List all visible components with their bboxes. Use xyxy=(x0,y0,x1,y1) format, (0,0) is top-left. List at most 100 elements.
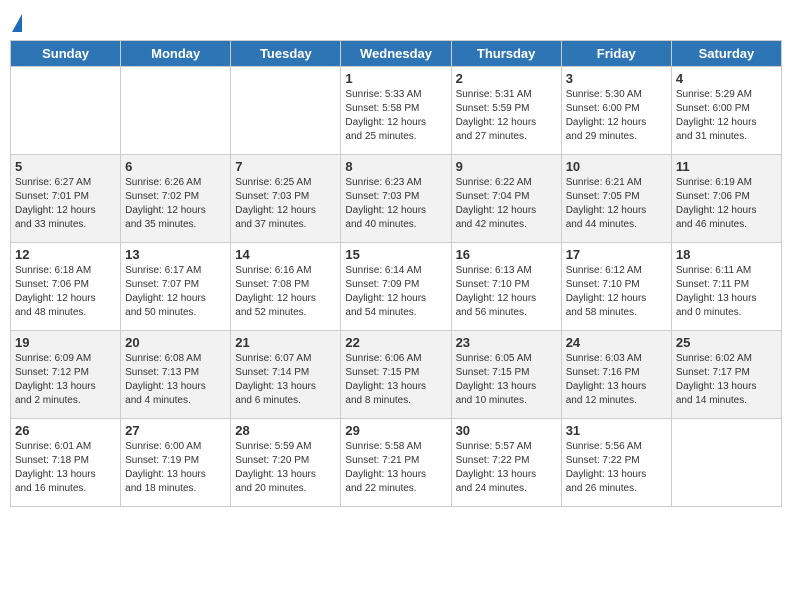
calendar-cell: 14 Sunrise: 6:16 AM Sunset: 7:08 PM Dayli… xyxy=(231,243,341,331)
cell-day-number: 10 xyxy=(566,159,667,174)
day-header-saturday: Saturday xyxy=(671,41,781,67)
cell-day-number: 27 xyxy=(125,423,226,438)
cell-info: Sunrise: 6:12 AM Sunset: 7:10 PM Dayligh… xyxy=(566,264,667,320)
cell-day-number: 9 xyxy=(456,159,557,174)
day-header-friday: Friday xyxy=(561,41,671,67)
calendar-cell xyxy=(671,419,781,507)
cell-day-number: 17 xyxy=(566,247,667,262)
cell-info: Sunrise: 6:18 AM Sunset: 7:06 PM Dayligh… xyxy=(15,264,116,320)
calendar-cell: 16 Sunrise: 6:13 AM Sunset: 7:10 PM Dayli… xyxy=(451,243,561,331)
cell-day-number: 25 xyxy=(676,335,777,350)
cell-info: Sunrise: 6:06 AM Sunset: 7:15 PM Dayligh… xyxy=(345,352,446,408)
calendar-cell: 9 Sunrise: 6:22 AM Sunset: 7:04 PM Daylig… xyxy=(451,155,561,243)
calendar-cell: 15 Sunrise: 6:14 AM Sunset: 7:09 PM Dayli… xyxy=(341,243,451,331)
cell-day-number: 13 xyxy=(125,247,226,262)
cell-info: Sunrise: 6:05 AM Sunset: 7:15 PM Dayligh… xyxy=(456,352,557,408)
cell-day-number: 4 xyxy=(676,71,777,86)
calendar-cell: 31 Sunrise: 5:56 AM Sunset: 7:22 PM Dayli… xyxy=(561,419,671,507)
cell-info: Sunrise: 5:56 AM Sunset: 7:22 PM Dayligh… xyxy=(566,440,667,496)
cell-day-number: 6 xyxy=(125,159,226,174)
cell-info: Sunrise: 6:23 AM Sunset: 7:03 PM Dayligh… xyxy=(345,176,446,232)
cell-info: Sunrise: 6:09 AM Sunset: 7:12 PM Dayligh… xyxy=(15,352,116,408)
cell-info: Sunrise: 6:14 AM Sunset: 7:09 PM Dayligh… xyxy=(345,264,446,320)
calendar-cell: 28 Sunrise: 5:59 AM Sunset: 7:20 PM Dayli… xyxy=(231,419,341,507)
calendar-cell: 2 Sunrise: 5:31 AM Sunset: 5:59 PM Daylig… xyxy=(451,67,561,155)
day-header-thursday: Thursday xyxy=(451,41,561,67)
cell-day-number: 2 xyxy=(456,71,557,86)
calendar-cell: 17 Sunrise: 6:12 AM Sunset: 7:10 PM Dayli… xyxy=(561,243,671,331)
calendar-cell: 19 Sunrise: 6:09 AM Sunset: 7:12 PM Dayli… xyxy=(11,331,121,419)
calendar-cell: 26 Sunrise: 6:01 AM Sunset: 7:18 PM Dayli… xyxy=(11,419,121,507)
cell-info: Sunrise: 6:03 AM Sunset: 7:16 PM Dayligh… xyxy=(566,352,667,408)
cell-day-number: 16 xyxy=(456,247,557,262)
day-header-tuesday: Tuesday xyxy=(231,41,341,67)
calendar-cell: 7Sunrise: 6:25 AM Sunset: 7:03 PM Daylig… xyxy=(231,155,341,243)
cell-info: Sunrise: 6:25 AM Sunset: 7:03 PM Dayligh… xyxy=(235,176,336,232)
cell-info: Sunrise: 6:22 AM Sunset: 7:04 PM Dayligh… xyxy=(456,176,557,232)
cell-day-number: 30 xyxy=(456,423,557,438)
cell-day-number: 5 xyxy=(15,159,116,174)
calendar-cell: 8 Sunrise: 6:23 AM Sunset: 7:03 PM Daylig… xyxy=(341,155,451,243)
calendar-cell: 29 Sunrise: 5:58 AM Sunset: 7:21 PM Dayli… xyxy=(341,419,451,507)
cell-day-number: 3 xyxy=(566,71,667,86)
calendar-cell: 4 Sunrise: 5:29 AM Sunset: 6:00 PM Daylig… xyxy=(671,67,781,155)
calendar-cell xyxy=(231,67,341,155)
cell-day-number: 14 xyxy=(235,247,336,262)
cell-info: Sunrise: 6:16 AM Sunset: 7:08 PM Dayligh… xyxy=(235,264,336,320)
calendar-cell: 11 Sunrise: 6:19 AM Sunset: 7:06 PM Dayli… xyxy=(671,155,781,243)
cell-info: Sunrise: 6:21 AM Sunset: 7:05 PM Dayligh… xyxy=(566,176,667,232)
calendar-cell: 22 Sunrise: 6:06 AM Sunset: 7:15 PM Dayli… xyxy=(341,331,451,419)
day-header-monday: Monday xyxy=(121,41,231,67)
cell-day-number: 11 xyxy=(676,159,777,174)
cell-day-number: 19 xyxy=(15,335,116,350)
day-header-sunday: Sunday xyxy=(11,41,121,67)
calendar-cell: 23 Sunrise: 6:05 AM Sunset: 7:15 PM Dayli… xyxy=(451,331,561,419)
logo-triangle-icon xyxy=(12,14,22,32)
calendar-cell: 20 Sunrise: 6:08 AM Sunset: 7:13 PM Dayli… xyxy=(121,331,231,419)
day-header-wednesday: Wednesday xyxy=(341,41,451,67)
calendar-cell: 21 Sunrise: 6:07 AM Sunset: 7:14 PM Dayli… xyxy=(231,331,341,419)
calendar-table: SundayMondayTuesdayWednesdayThursdayFrid… xyxy=(10,40,782,507)
cell-day-number: 12 xyxy=(15,247,116,262)
page-header xyxy=(10,10,782,34)
cell-day-number: 8 xyxy=(345,159,446,174)
cell-info: Sunrise: 6:26 AM Sunset: 7:02 PM Dayligh… xyxy=(125,176,226,232)
cell-day-number: 18 xyxy=(676,247,777,262)
calendar-cell: 25Sunrise: 6:02 AM Sunset: 7:17 PM Dayli… xyxy=(671,331,781,419)
cell-day-number: 31 xyxy=(566,423,667,438)
cell-info: Sunrise: 5:59 AM Sunset: 7:20 PM Dayligh… xyxy=(235,440,336,496)
cell-info: Sunrise: 5:31 AM Sunset: 5:59 PM Dayligh… xyxy=(456,88,557,144)
cell-info: Sunrise: 6:19 AM Sunset: 7:06 PM Dayligh… xyxy=(676,176,777,232)
cell-info: Sunrise: 6:01 AM Sunset: 7:18 PM Dayligh… xyxy=(15,440,116,496)
cell-info: Sunrise: 5:33 AM Sunset: 5:58 PM Dayligh… xyxy=(345,88,446,144)
cell-info: Sunrise: 6:08 AM Sunset: 7:13 PM Dayligh… xyxy=(125,352,226,408)
calendar-cell: 13Sunrise: 6:17 AM Sunset: 7:07 PM Dayli… xyxy=(121,243,231,331)
cell-info: Sunrise: 5:30 AM Sunset: 6:00 PM Dayligh… xyxy=(566,88,667,144)
cell-day-number: 21 xyxy=(235,335,336,350)
calendar-cell: 12 Sunrise: 6:18 AM Sunset: 7:06 PM Dayli… xyxy=(11,243,121,331)
calendar-cell: 30 Sunrise: 5:57 AM Sunset: 7:22 PM Dayli… xyxy=(451,419,561,507)
cell-day-number: 28 xyxy=(235,423,336,438)
calendar-cell xyxy=(121,67,231,155)
cell-info: Sunrise: 6:27 AM Sunset: 7:01 PM Dayligh… xyxy=(15,176,116,232)
logo xyxy=(10,14,22,34)
calendar-cell: 18 Sunrise: 6:11 AM Sunset: 7:11 PM Dayli… xyxy=(671,243,781,331)
cell-day-number: 29 xyxy=(345,423,446,438)
cell-info: Sunrise: 5:29 AM Sunset: 6:00 PM Dayligh… xyxy=(676,88,777,144)
cell-info: Sunrise: 6:07 AM Sunset: 7:14 PM Dayligh… xyxy=(235,352,336,408)
cell-day-number: 23 xyxy=(456,335,557,350)
calendar-cell: 10 Sunrise: 6:21 AM Sunset: 7:05 PM Dayli… xyxy=(561,155,671,243)
cell-info: Sunrise: 6:00 AM Sunset: 7:19 PM Dayligh… xyxy=(125,440,226,496)
calendar-cell: 6 Sunrise: 6:26 AM Sunset: 7:02 PM Daylig… xyxy=(121,155,231,243)
cell-info: Sunrise: 5:58 AM Sunset: 7:21 PM Dayligh… xyxy=(345,440,446,496)
calendar-cell: 27 Sunrise: 6:00 AM Sunset: 7:19 PM Dayli… xyxy=(121,419,231,507)
cell-day-number: 15 xyxy=(345,247,446,262)
cell-info: Sunrise: 6:13 AM Sunset: 7:10 PM Dayligh… xyxy=(456,264,557,320)
calendar-cell: 1 Sunrise: 5:33 AM Sunset: 5:58 PM Daylig… xyxy=(341,67,451,155)
cell-info: Sunrise: 6:11 AM Sunset: 7:11 PM Dayligh… xyxy=(676,264,777,320)
cell-day-number: 22 xyxy=(345,335,446,350)
cell-day-number: 26 xyxy=(15,423,116,438)
cell-day-number: 20 xyxy=(125,335,226,350)
cell-info: Sunrise: 5:57 AM Sunset: 7:22 PM Dayligh… xyxy=(456,440,557,496)
cell-day-number: 1 xyxy=(345,71,446,86)
